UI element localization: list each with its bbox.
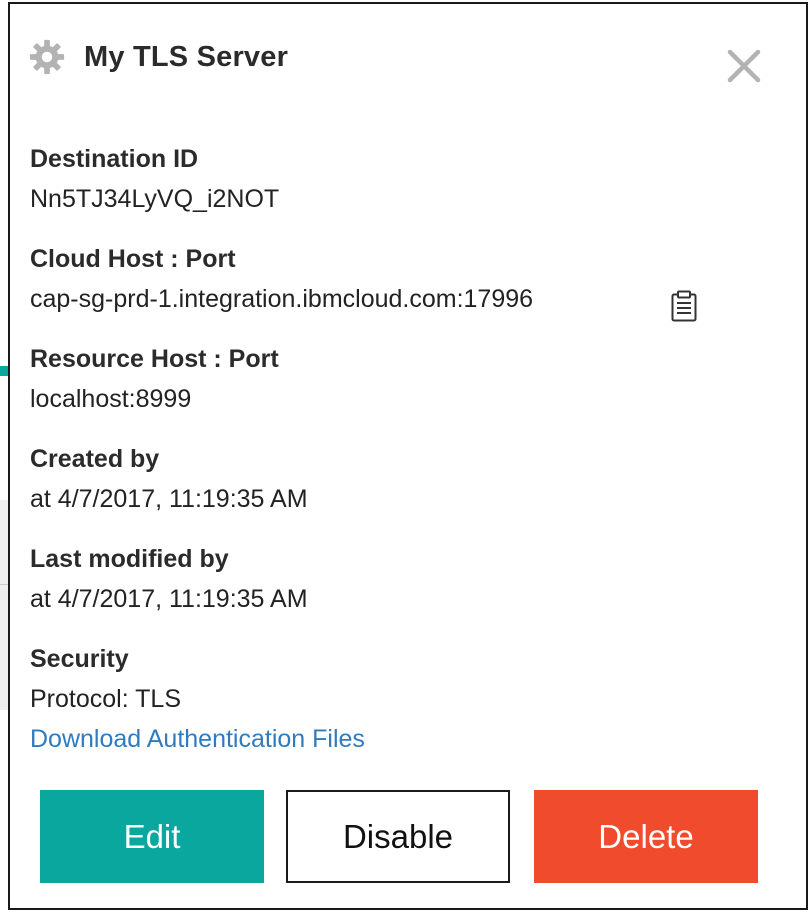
security-label: Security	[30, 645, 129, 673]
cloud-host-field: Cloud Host : Port cap-sg-prd-1.integrati…	[30, 244, 533, 314]
destination-id-label: Destination ID	[30, 145, 199, 173]
delete-button[interactable]: Delete	[534, 790, 758, 883]
security-protocol-value: Protocol: TLS	[30, 685, 182, 713]
destination-id-value: Nn5TJ34LyVQ_i2NOT	[30, 185, 280, 213]
disable-button[interactable]: Disable	[286, 790, 510, 883]
resource-host-value: localhost:8999	[30, 385, 192, 413]
resource-host-field: Resource Host : Port localhost:8999	[30, 344, 279, 414]
created-by-field: Created by at 4/7/2017, 11:19:35 AM	[30, 444, 308, 514]
dialog-title: My TLS Server	[84, 40, 289, 73]
dialog-header: My TLS Server	[28, 38, 288, 76]
destination-details-dialog: My TLS Server Destination ID Nn5TJ34LyVQ…	[8, 2, 808, 910]
created-by-label: Created by	[30, 445, 160, 473]
resource-host-label: Resource Host : Port	[30, 345, 279, 373]
destination-id-field: Destination ID Nn5TJ34LyVQ_i2NOT	[30, 144, 279, 214]
gear-icon	[29, 39, 65, 75]
last-modified-value: at 4/7/2017, 11:19:35 AM	[30, 585, 308, 613]
created-by-value: at 4/7/2017, 11:19:35 AM	[30, 485, 308, 513]
cloud-host-label: Cloud Host : Port	[30, 245, 236, 273]
security-field: Security Protocol: TLS Download Authenti…	[30, 644, 365, 754]
clipboard-icon[interactable]	[670, 290, 698, 322]
cloud-host-value: cap-sg-prd-1.integration.ibmcloud.com:17…	[30, 285, 534, 313]
close-icon[interactable]	[726, 48, 762, 84]
last-modified-field: Last modified by at 4/7/2017, 11:19:35 A…	[30, 544, 308, 614]
last-modified-label: Last modified by	[30, 545, 229, 573]
download-auth-files-link[interactable]: Download Authentication Files	[30, 724, 365, 754]
edit-button[interactable]: Edit	[40, 790, 264, 883]
